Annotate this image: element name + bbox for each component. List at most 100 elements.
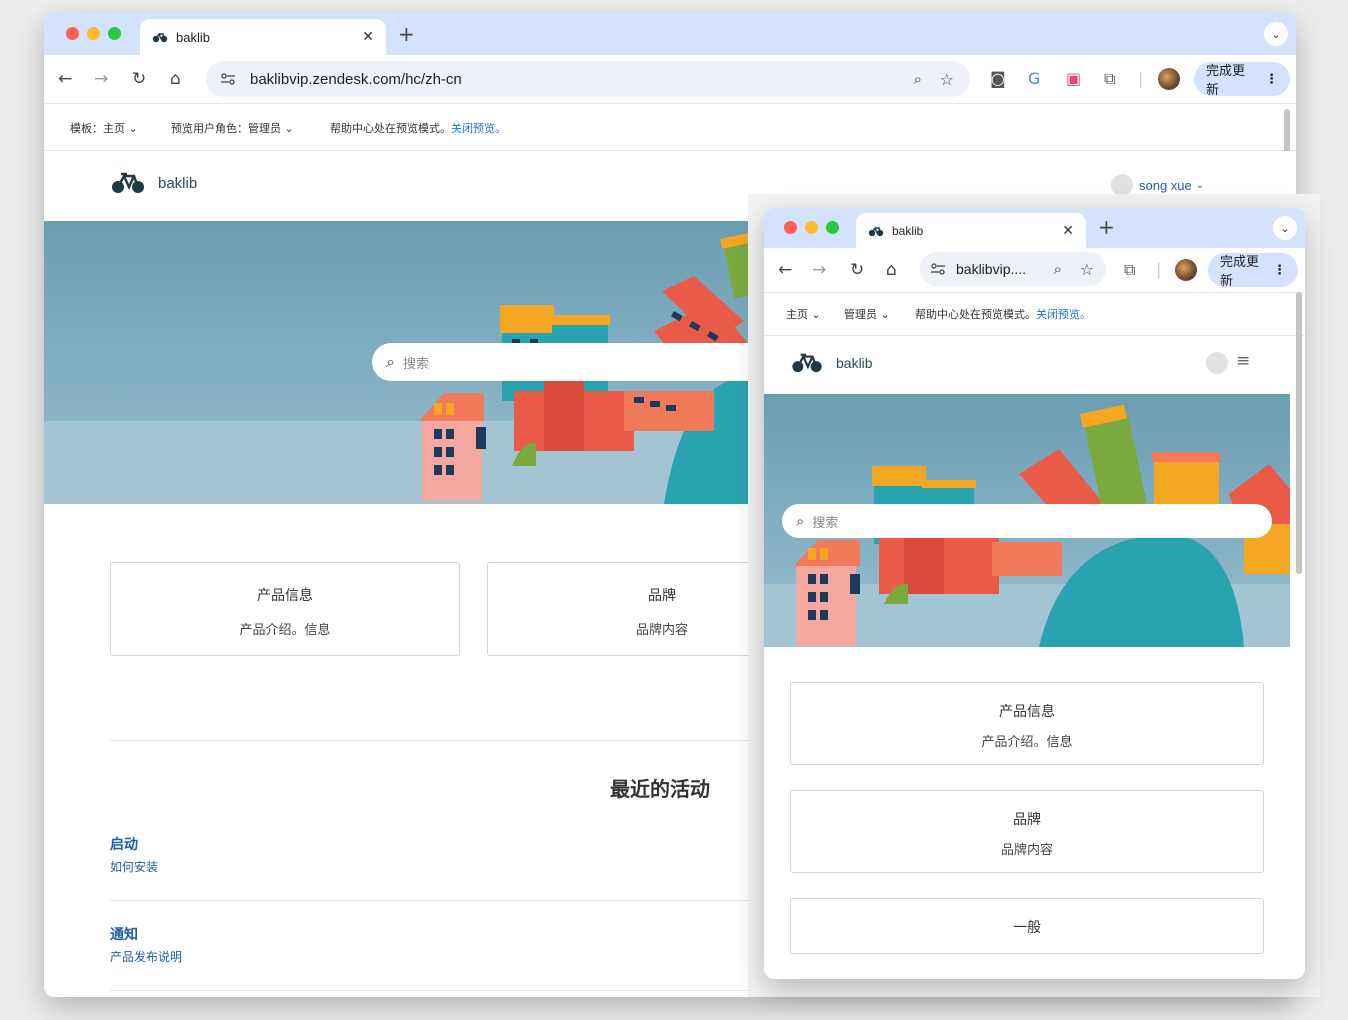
finish-update-button[interactable]: 完成更新 ⋮ bbox=[1208, 253, 1298, 289]
maximize-window-button[interactable] bbox=[108, 27, 121, 40]
extensions-puzzle-icon[interactable]: ⧉ bbox=[1124, 260, 1135, 280]
recent-activity-title: 最近的活动 bbox=[610, 777, 710, 801]
preview-status-text: 帮助中心处在预览模式。 bbox=[330, 122, 451, 135]
search-input[interactable]: ⌕ 搜索 bbox=[372, 343, 772, 381]
camera-icon[interactable]: ◙ bbox=[990, 69, 1006, 89]
extensions-puzzle-icon[interactable]: ⧉ bbox=[1104, 69, 1115, 89]
new-tab-button[interactable]: + bbox=[1098, 215, 1115, 239]
address-bar[interactable]: baklibvip.zendesk.com/hc/zh-cn ⌕ ☆ bbox=[206, 61, 970, 97]
role-value: 管理员 bbox=[248, 122, 281, 135]
template-label: 模板： bbox=[70, 122, 103, 135]
card-subtitle: 产品介绍。信息 bbox=[239, 623, 331, 638]
user-avatar-icon bbox=[1111, 174, 1133, 196]
card-title: 品牌 bbox=[1013, 812, 1041, 828]
forward-arrow-icon[interactable]: → bbox=[94, 69, 108, 89]
bike-favicon-icon bbox=[868, 225, 884, 237]
image-extension-icon[interactable]: ▣ bbox=[1066, 69, 1081, 89]
search-input[interactable]: ⌕ 搜索 bbox=[782, 504, 1272, 538]
page-scrollbar[interactable] bbox=[1296, 292, 1302, 574]
category-card[interactable]: 一般 bbox=[790, 898, 1264, 954]
template-value: 主页 bbox=[786, 308, 808, 321]
preview-status-text: 帮助中心处在预览模式。 bbox=[915, 308, 1036, 321]
role-selector[interactable]: 预览用户角色：管理员 ⌄ bbox=[171, 120, 294, 136]
window-controls bbox=[784, 221, 839, 234]
hero-banner: ⌕ 搜索 bbox=[764, 394, 1290, 647]
preview-status: 帮助中心处在预览模式。关闭预览。 bbox=[915, 306, 1091, 322]
card-title: 一般 bbox=[1013, 920, 1041, 936]
back-arrow-icon[interactable]: ← bbox=[58, 69, 72, 89]
tab-search-chevron-icon[interactable]: ⌄ bbox=[1273, 216, 1297, 240]
user-name: song xue bbox=[1139, 177, 1192, 193]
browser-tab[interactable]: baklib ✕ bbox=[856, 213, 1086, 248]
activity-article-link[interactable]: 如何安装 bbox=[110, 858, 158, 875]
tab-close-icon[interactable]: ✕ bbox=[1062, 223, 1074, 239]
category-card[interactable]: 产品信息 产品介绍。信息 bbox=[790, 682, 1264, 765]
browser-tab[interactable]: baklib ✕ bbox=[140, 19, 386, 55]
update-label: 完成更新 bbox=[1206, 64, 1246, 98]
search-icon: ⌕ bbox=[386, 352, 395, 371]
reload-icon[interactable]: ↻ bbox=[850, 260, 864, 280]
tab-title: baklib bbox=[892, 223, 924, 238]
minimize-window-button[interactable] bbox=[805, 221, 818, 234]
update-label: 完成更新 bbox=[1220, 255, 1260, 289]
translate-icon[interactable]: G bbox=[1028, 69, 1040, 89]
bookmark-star-icon[interactable]: ☆ bbox=[1080, 260, 1094, 279]
finish-update-button[interactable]: 完成更新 ⋮ bbox=[1194, 62, 1290, 98]
toolbar-divider: | bbox=[1156, 260, 1162, 279]
activity-section-link[interactable]: 通知 bbox=[110, 924, 138, 944]
browser-toolbar: ← → ↻ ⌂ baklibvip.... ⌕ ☆ ⧉ | 完成更新 ⋮ bbox=[764, 248, 1305, 292]
zoom-icon[interactable]: ⌕ bbox=[1054, 260, 1062, 278]
card-title: 产品信息 bbox=[999, 704, 1055, 720]
home-icon[interactable]: ⌂ bbox=[886, 260, 897, 280]
zoom-icon[interactable]: ⌕ bbox=[914, 70, 922, 88]
url-text: baklibvip.zendesk.com/hc/zh-cn bbox=[250, 70, 462, 88]
browser-toolbar: ← → ↻ ⌂ baklibvip.zendesk.com/hc/zh-cn ⌕… bbox=[44, 55, 1296, 103]
site-settings-icon[interactable] bbox=[220, 72, 236, 86]
desktop: baklib ✕ + ⌄ ← → ↻ ⌂ baklibvip.zendesk.c… bbox=[0, 0, 1348, 1020]
new-tab-button[interactable]: + bbox=[398, 22, 415, 46]
card-title: 产品信息 bbox=[257, 588, 313, 604]
window-controls bbox=[66, 27, 121, 40]
bookmark-star-icon[interactable]: ☆ bbox=[940, 70, 954, 89]
hamburger-menu-icon[interactable]: ≡ bbox=[1236, 351, 1250, 371]
toolbar-divider: | bbox=[1138, 69, 1144, 88]
card-subtitle: 品牌内容 bbox=[1000, 843, 1053, 858]
maximize-window-button[interactable] bbox=[826, 221, 839, 234]
tab-close-icon[interactable]: ✕ bbox=[362, 29, 374, 45]
close-window-button[interactable] bbox=[66, 27, 79, 40]
category-card[interactable]: 产品信息 产品介绍。信息 bbox=[110, 562, 460, 656]
template-value: 主页 bbox=[103, 122, 125, 135]
back-arrow-icon[interactable]: ← bbox=[778, 260, 792, 280]
brand-logo[interactable]: baklib bbox=[110, 171, 197, 195]
category-card[interactable]: 品牌 品牌内容 bbox=[790, 790, 1264, 873]
profile-avatar[interactable] bbox=[1158, 68, 1180, 90]
site-settings-icon[interactable] bbox=[930, 262, 946, 276]
close-preview-link[interactable]: 关闭预览。 bbox=[451, 122, 506, 135]
url-text: baklibvip.... bbox=[956, 261, 1027, 277]
close-window-button[interactable] bbox=[784, 221, 797, 234]
search-placeholder: 搜索 bbox=[812, 515, 839, 531]
brand-logo[interactable]: baklib bbox=[790, 352, 873, 374]
reload-icon[interactable]: ↻ bbox=[132, 69, 146, 89]
tab-strip: baklib ✕ + ⌄ bbox=[44, 13, 1296, 55]
more-menu-icon[interactable]: ⋮ bbox=[1265, 72, 1278, 87]
profile-avatar[interactable] bbox=[1175, 259, 1197, 281]
role-selector[interactable]: 管理员 ⌄ bbox=[844, 306, 890, 322]
home-icon[interactable]: ⌂ bbox=[170, 69, 181, 89]
chevron-down-icon: ⌄ bbox=[1195, 179, 1205, 191]
forward-arrow-icon[interactable]: → bbox=[812, 260, 826, 280]
more-menu-icon[interactable]: ⋮ bbox=[1273, 263, 1286, 278]
preview-status: 帮助中心处在预览模式。关闭预览。 bbox=[330, 120, 506, 136]
close-preview-link[interactable]: 关闭预览。 bbox=[1036, 308, 1091, 321]
address-bar[interactable]: baklibvip.... ⌕ ☆ bbox=[920, 252, 1106, 286]
tab-search-chevron-icon[interactable]: ⌄ bbox=[1264, 22, 1288, 46]
minimize-window-button[interactable] bbox=[87, 27, 100, 40]
activity-section-link[interactable]: 启动 bbox=[110, 834, 138, 854]
chevron-down-icon: ⌄ bbox=[880, 308, 890, 321]
template-selector[interactable]: 模板：主页 ⌄ bbox=[70, 120, 138, 136]
template-selector[interactable]: 主页 ⌄ bbox=[786, 306, 821, 322]
activity-article-link[interactable]: 产品发布说明 bbox=[110, 948, 182, 965]
user-avatar-icon[interactable] bbox=[1206, 352, 1228, 374]
user-menu[interactable]: song xue ⌄ bbox=[1111, 174, 1204, 196]
role-value: 管理员 bbox=[844, 308, 877, 321]
